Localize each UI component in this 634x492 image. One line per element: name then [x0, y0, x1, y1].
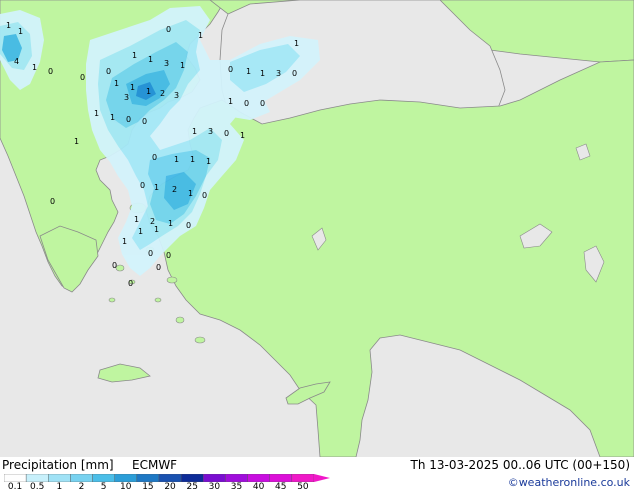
value-label: 1 [174, 155, 179, 164]
value-label: 0 [166, 251, 171, 260]
value-label: 0 [106, 67, 111, 76]
value-label: 0 [128, 279, 133, 288]
colorbar-cell [203, 474, 226, 482]
value-label: 2 [172, 185, 177, 194]
value-label: 0 [166, 25, 171, 34]
colorbar-cell [247, 474, 270, 482]
colorbar-tick-label: 40 [252, 482, 265, 492]
value-label: 0 [112, 261, 117, 270]
colorbar-tick-label: 10 [120, 482, 132, 492]
value-label: 1 [74, 137, 79, 146]
colorbar-tick-label: 35 [230, 482, 243, 492]
value-label: 3 [164, 59, 169, 68]
value-label: 1 [168, 219, 173, 228]
colorbar-tick-label: 5 [100, 482, 107, 492]
colorbar-cell [92, 474, 115, 482]
colorbar-tick-label: 0.5 [30, 482, 45, 492]
value-label: 1 [110, 113, 115, 122]
value-label: 0 [148, 249, 153, 258]
legend-title: Precipitation [mm] [2, 458, 114, 472]
value-label: 1 [94, 109, 99, 118]
colorbar-tick-label: 25 [186, 482, 198, 492]
value-label: 4 [14, 57, 19, 66]
colorbar-tick-label: 1 [56, 482, 63, 492]
colorbar-tick-label: 2 [78, 482, 85, 492]
value-label: 1 [6, 21, 11, 30]
value-label: 1 [32, 63, 37, 72]
value-label: 1 [132, 51, 137, 60]
value-label: 3 [208, 127, 213, 136]
value-label: 0 [50, 197, 55, 206]
colorbar-cell [158, 474, 182, 482]
value-label: 0 [156, 263, 161, 272]
value-label: 2 [160, 89, 165, 98]
value-label: 0 [186, 221, 191, 230]
value-label: 0 [48, 67, 53, 76]
value-label: 1 [198, 31, 203, 40]
value-label: 1 [18, 27, 23, 36]
model-name: ECMWF [132, 458, 178, 472]
colorbar-tick-label: 0.1 [7, 482, 23, 492]
colorbar-cell [114, 474, 138, 482]
value-label: 1 [192, 127, 197, 136]
colorbar-tick-label: 20 [164, 482, 176, 492]
value-label: 1 [154, 225, 159, 234]
colorbar [4, 474, 330, 482]
colorbar-cell [25, 474, 49, 482]
precipitation-map: 1 1 4 1 0 0 0 1 1 1 3 1 0 1 1 1 2 3 3 0 … [0, 0, 634, 457]
value-label: 1 [190, 155, 195, 164]
colorbar-cell [180, 474, 204, 482]
colorbar-tick-label: 50 [297, 482, 309, 492]
value-label: 1 [154, 183, 159, 192]
value-label: 1 [148, 55, 153, 64]
colorbar-cell [136, 474, 160, 482]
value-label: 1 [138, 227, 143, 236]
value-label: 0 [244, 99, 249, 108]
colorbar-tick-label: 30 [208, 482, 221, 492]
value-label: 1 [134, 215, 139, 224]
value-label: 0 [152, 153, 157, 162]
colorbar-tick-label: 45 [275, 482, 287, 492]
value-label: 1 [294, 39, 299, 48]
value-label: 0 [126, 115, 131, 124]
value-label: 0 [202, 191, 207, 200]
value-label: 3 [174, 91, 179, 100]
value-label: 0 [80, 73, 85, 82]
value-label: 1 [260, 69, 265, 78]
colorbar-cell [70, 474, 93, 482]
value-label: 1 [180, 61, 185, 70]
value-label: 1 [246, 67, 251, 76]
colorbar-cell [48, 474, 71, 482]
value-label: 1 [188, 189, 193, 198]
value-label: 0 [260, 99, 265, 108]
credit-link[interactable]: ©weatheronline.co.uk [508, 476, 630, 489]
colorbar-arrow [314, 474, 330, 482]
colorbar-cell [4, 474, 27, 482]
value-label: 3 [276, 69, 281, 78]
colorbar-cell [225, 474, 248, 482]
value-label: 1 [146, 87, 151, 96]
colorbar-cell [269, 474, 293, 482]
value-label: 1 [130, 83, 135, 92]
colorbar-tick-label: 15 [142, 482, 154, 492]
legend-footer: Precipitation [mm] ECMWF Th 13-03-2025 0… [0, 457, 634, 492]
value-label: 1 [240, 131, 245, 140]
value-label: 0 [224, 129, 229, 138]
value-label: 0 [142, 117, 147, 126]
value-label: 1 [206, 157, 211, 166]
value-label: 0 [228, 65, 233, 74]
value-label: 1 [114, 79, 119, 88]
value-label: 1 [228, 97, 233, 106]
value-label: 3 [124, 93, 129, 102]
colorbar-cell [291, 474, 315, 482]
value-label: 1 [122, 237, 127, 246]
value-label: 0 [140, 181, 145, 190]
valid-time: Th 13-03-2025 00..06 UTC (00+150) [410, 458, 630, 472]
value-label: 0 [292, 69, 297, 78]
